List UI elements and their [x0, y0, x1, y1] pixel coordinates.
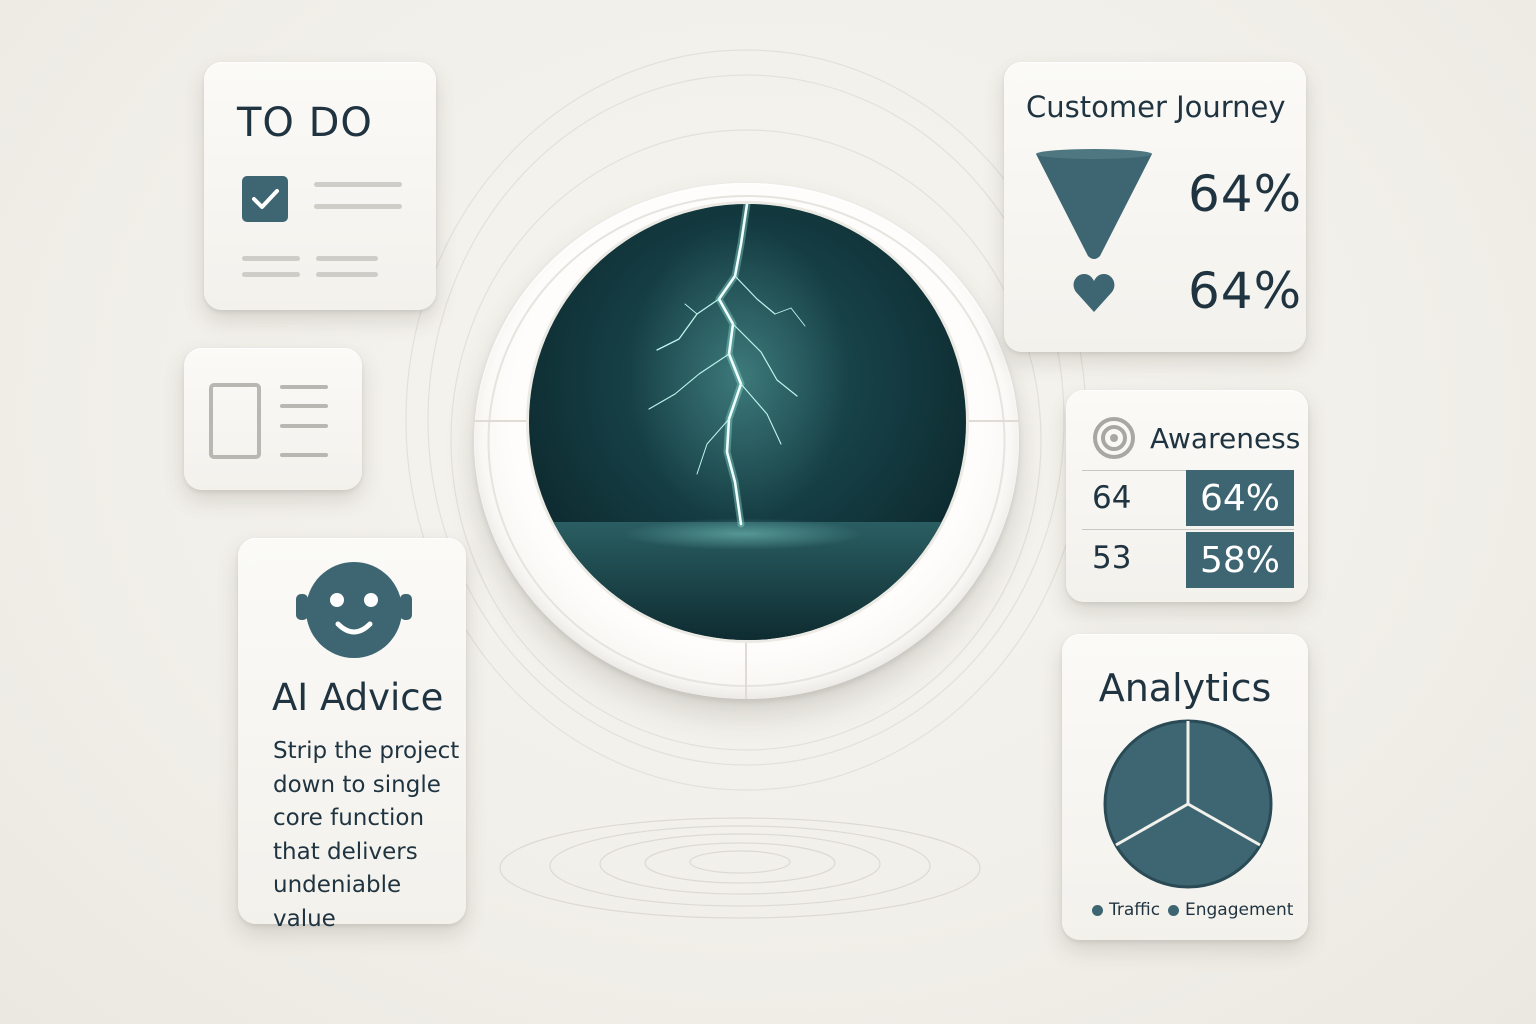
analytics-title: Analytics: [1098, 666, 1272, 710]
funnel-percent: 64%: [1188, 165, 1303, 223]
ai-advice-line: core function: [273, 805, 425, 831]
awareness-row-value: 53: [1092, 540, 1132, 576]
task-line: [242, 272, 300, 277]
layout-card[interactable]: [184, 348, 362, 490]
ai-advice-heading: AI Advice: [272, 676, 444, 719]
legend-engagement: Engagement: [1168, 900, 1293, 920]
ripple-rings: [499, 817, 981, 919]
customer-journey-title: Customer Journey: [1026, 90, 1286, 124]
ai-advice-line: undeniable value: [273, 872, 402, 932]
awareness-card[interactable]: Awareness 64 64% 53 58%: [1066, 390, 1308, 602]
ai-advice-line: Strip the project: [273, 738, 460, 764]
divider: [1082, 529, 1294, 530]
legend-label: Traffic: [1109, 900, 1161, 920]
heart-icon: [1073, 274, 1115, 312]
ai-advice-line: down to single: [273, 771, 441, 798]
robot-face-icon: [296, 562, 412, 658]
customer-journey-card[interactable]: Customer Journey 64% 64%: [1004, 62, 1306, 352]
target-icon: [1093, 417, 1135, 459]
task-line: [242, 256, 300, 261]
funnel-icon: [1036, 149, 1152, 259]
task-line: [314, 204, 402, 209]
ai-advice-card[interactable]: AI Advice Strip the project down to sing…: [238, 538, 466, 932]
awareness-title: Awareness: [1150, 422, 1301, 455]
legend-label: Engagement: [1185, 900, 1294, 920]
lightning-storm-image: [529, 204, 966, 640]
layout-list-icon: [209, 383, 328, 459]
awareness-row-percent: 64%: [1186, 470, 1294, 526]
task-line: [314, 182, 402, 187]
pie-chart-icon: [1103, 719, 1273, 889]
legend-dot: [1168, 904, 1179, 916]
task-line: [316, 272, 378, 277]
analytics-card[interactable]: Analytics Traffic Engagement: [1062, 634, 1308, 940]
ai-advice-line: that delivers: [273, 838, 418, 865]
heart-percent: 64%: [1188, 262, 1303, 320]
legend-dot: [1092, 904, 1103, 916]
ai-advice-text: Strip the project down to single core fu…: [273, 735, 463, 936]
todo-card[interactable]: TO DO: [204, 62, 436, 310]
legend-traffic: Traffic: [1092, 900, 1160, 920]
todo-title: TO DO: [237, 100, 373, 146]
awareness-row-percent: 58%: [1186, 532, 1294, 588]
checkbox-checked-icon[interactable]: [242, 176, 288, 222]
task-line: [316, 256, 378, 261]
awareness-row-value: 64: [1092, 480, 1132, 516]
